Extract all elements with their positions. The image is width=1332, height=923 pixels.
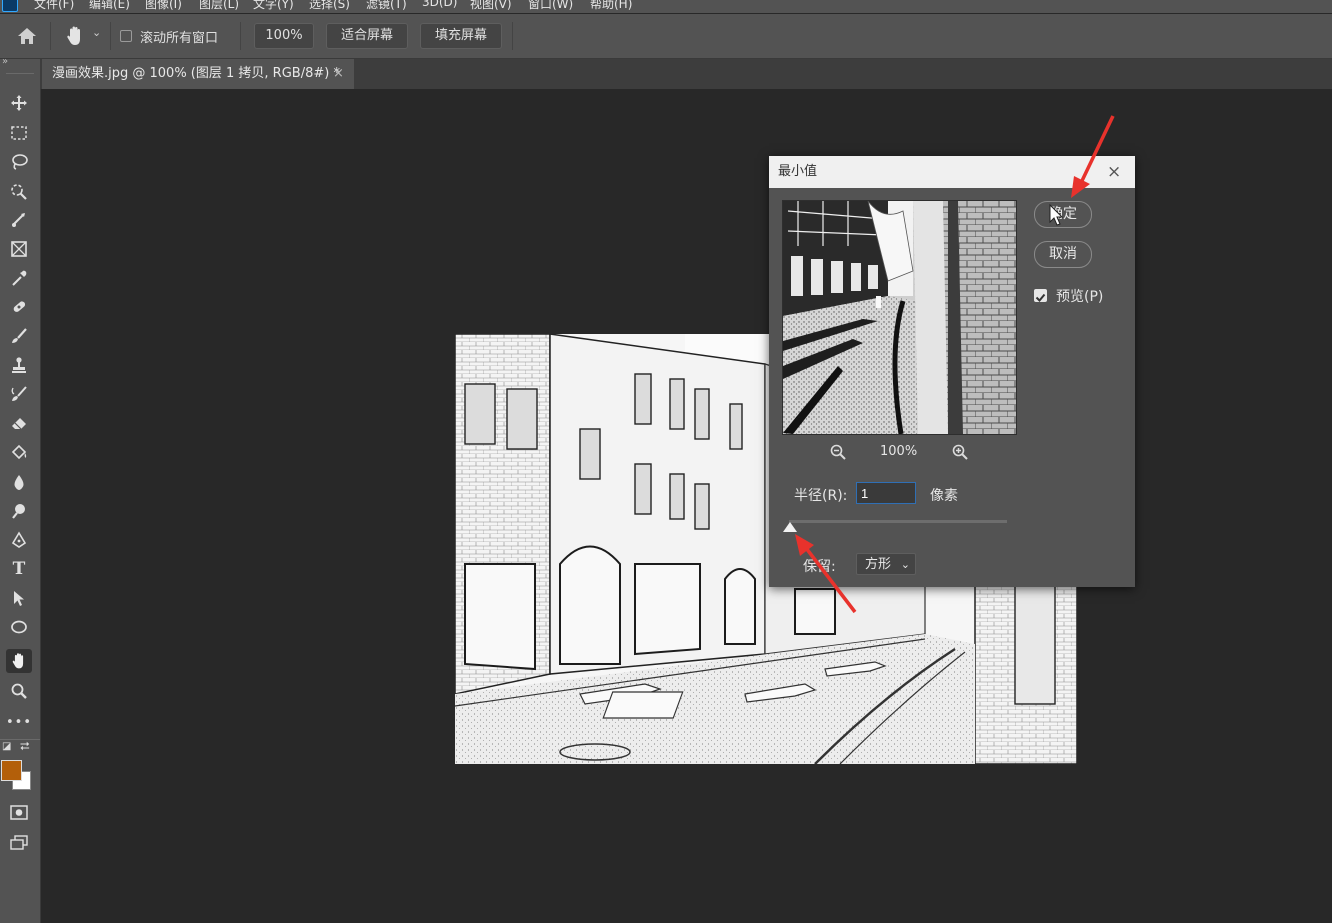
blur-icon[interactable] (6, 470, 32, 494)
eraser-icon[interactable] (6, 411, 32, 435)
menu-help[interactable]: 帮助(H) (590, 0, 632, 12)
menu-bar: 文件(F) 编辑(E) 图像(I) 图层(L) 文字(Y) 选择(S) 滤镜(T… (0, 0, 1332, 13)
brush-icon[interactable] (6, 324, 32, 348)
hand-tool-preset-icon[interactable] (64, 25, 86, 47)
history-brush-icon[interactable] (6, 382, 32, 406)
chevron-down-icon[interactable]: ⌄ (92, 26, 101, 39)
swap-colors-icon[interactable]: ⮂ (20, 739, 30, 754)
menu-type[interactable]: 文字(Y) (253, 0, 294, 12)
stamp-icon[interactable] (6, 353, 32, 377)
dialog-title-bar[interactable]: 最小值 × (769, 156, 1135, 188)
ok-button[interactable]: 确定 (1034, 201, 1092, 228)
dodge-icon[interactable] (6, 499, 32, 523)
zoom-value-field[interactable]: 100% (254, 23, 314, 49)
foreground-color-swatch[interactable] (1, 760, 22, 781)
menu-filter[interactable]: 滤镜(T) (366, 0, 407, 12)
more-tools-icon[interactable]: ••• (6, 710, 32, 734)
ellipse-icon[interactable] (6, 615, 32, 639)
marquee-icon[interactable] (6, 121, 32, 145)
radius-slider-track[interactable] (789, 520, 1007, 523)
document-tab-bar: 漫画效果.jpg @ 100% (图层 1 拷贝, RGB/8#) * × (40, 59, 1332, 89)
menu-window[interactable]: 窗口(W) (528, 0, 573, 12)
menu-layer[interactable]: 图层(L) (199, 0, 239, 12)
radius-label: 半径(R): (794, 488, 848, 504)
radius-slider-thumb[interactable] (783, 522, 797, 532)
radius-input[interactable] (856, 482, 916, 504)
scroll-all-label: 滚动所有窗口 (140, 31, 219, 46)
preserve-select[interactable]: 方形 ⌄ (856, 553, 916, 575)
zoom-in-icon[interactable] (952, 444, 968, 460)
scroll-all-checkbox[interactable] (120, 30, 132, 42)
dialog-title: 最小值 (778, 164, 818, 179)
preserve-select-value: 方形 (865, 557, 892, 572)
healing-brush-icon[interactable] (6, 295, 32, 319)
lasso-icon[interactable] (6, 150, 32, 174)
menu-edit[interactable]: 编辑(E) (89, 0, 130, 12)
preserve-label: 保留: (803, 559, 836, 575)
document-tab-title: 漫画效果.jpg @ 100% (图层 1 拷贝, RGB/8#) * (52, 66, 340, 81)
chevron-down-icon: ⌄ (900, 558, 910, 571)
preview-zoom-level: 100% (880, 444, 918, 459)
radius-unit-label: 像素 (930, 488, 958, 504)
crop-icon[interactable] (6, 208, 32, 232)
paint-bucket-icon[interactable] (6, 440, 32, 464)
preview-label: 预览(P) (1056, 289, 1104, 305)
options-bar: ⌄ 滚动所有窗口 100% 适合屏幕 填充屏幕 (0, 14, 1332, 59)
document-tab[interactable]: 漫画效果.jpg @ 100% (图层 1 拷贝, RGB/8#) * × (42, 59, 354, 89)
cancel-button[interactable]: 取消 (1034, 241, 1092, 268)
menu-file[interactable]: 文件(F) (34, 0, 74, 12)
menu-image[interactable]: 图像(I) (145, 0, 182, 12)
menu-view[interactable]: 视图(V) (470, 0, 512, 12)
fit-screen-button[interactable]: 适合屏幕 (326, 23, 408, 49)
minimum-filter-dialog: 最小值 × 确定 取消 预览(P) 100% 半径(R): 1 像素 保留: 方… (769, 156, 1135, 587)
screen-mode-icon[interactable] (6, 831, 32, 855)
hand-icon[interactable] (6, 649, 32, 673)
move-icon[interactable] (6, 91, 32, 115)
default-colors-icon[interactable]: ◪ (2, 741, 11, 752)
eyedropper-icon[interactable] (6, 266, 32, 290)
type-icon[interactable]: T (6, 557, 32, 581)
filter-preview-image[interactable] (782, 200, 1017, 435)
quick-mask-icon[interactable] (6, 801, 32, 825)
pen-icon[interactable] (6, 528, 32, 552)
menu-3d[interactable]: 3D(D) (422, 0, 457, 9)
photoshop-logo-icon (2, 0, 18, 12)
home-icon[interactable] (17, 27, 37, 45)
zoom-out-icon[interactable] (830, 444, 846, 460)
checkmark-icon (1035, 293, 1046, 302)
zoom-icon[interactable] (6, 679, 32, 703)
frame-icon[interactable] (6, 237, 32, 261)
preview-checkbox[interactable] (1034, 289, 1047, 302)
collapse-panel-icon[interactable]: » (2, 56, 8, 67)
close-tab-icon[interactable]: × (333, 59, 344, 89)
path-select-icon[interactable] (6, 586, 32, 610)
dialog-close-icon[interactable]: × (1107, 156, 1121, 188)
quick-select-icon[interactable] (6, 179, 32, 203)
tools-panel: » T ••• ◪ ⮂ (0, 56, 41, 923)
menu-select[interactable]: 选择(S) (309, 0, 350, 12)
fill-screen-button[interactable]: 填充屏幕 (420, 23, 502, 49)
